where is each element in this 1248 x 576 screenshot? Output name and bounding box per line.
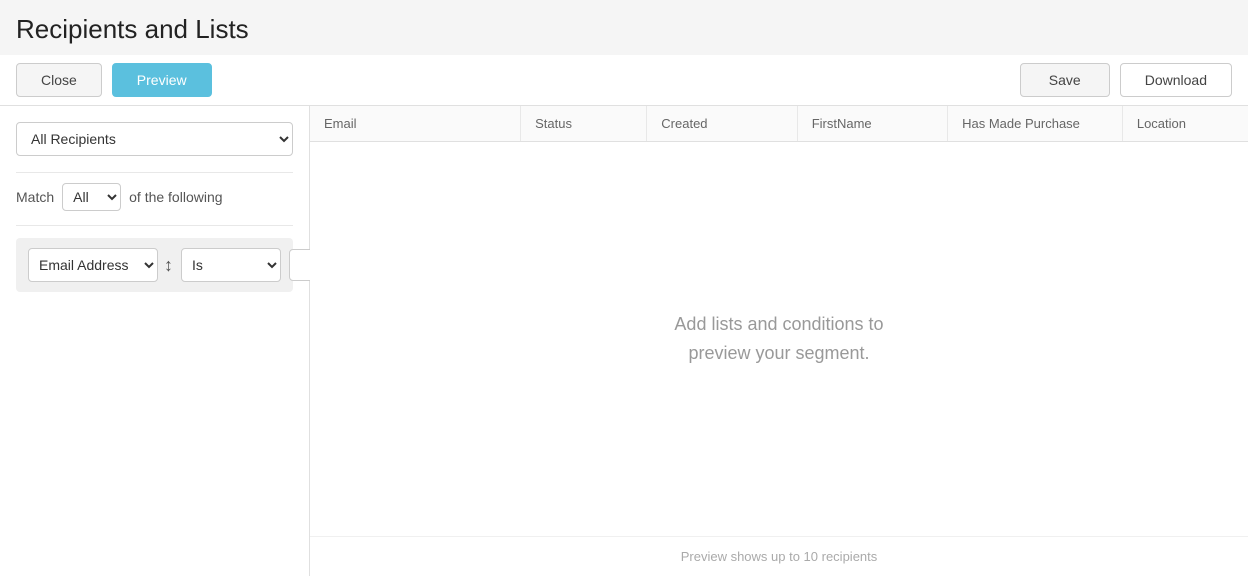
toolbar-left: Close Preview [16,63,212,97]
empty-line2: preview your segment. [688,339,869,368]
left-panel: All Recipients Subscribers Unsubscribed … [0,106,310,576]
table-col-firstname: FirstName [798,106,948,141]
table-col-status: Status [521,106,647,141]
right-panel: Email Status Created FirstName Has Made … [310,106,1248,576]
condition-field-select[interactable]: Email Address Status Created FirstName H… [28,248,158,282]
match-label: Match [16,189,54,205]
recipients-select[interactable]: All Recipients Subscribers Unsubscribed … [16,122,293,156]
footer-note: Preview shows up to 10 recipients [310,536,1248,576]
close-button[interactable]: Close [16,63,102,97]
table-header: Email Status Created FirstName Has Made … [310,106,1248,142]
main-content: All Recipients Subscribers Unsubscribed … [0,106,1248,576]
cursor-icon: ↕ [164,255,173,276]
table-col-location: Location [1123,106,1248,141]
empty-state-message: Add lists and conditions to preview your… [310,142,1248,536]
condition-row: Email Address Status Created FirstName H… [16,238,293,292]
table-col-email: Email [310,106,521,141]
condition-operator-select[interactable]: Is Is Not Contains Does Not Contain Star… [181,248,281,282]
match-select[interactable]: All Any [62,183,121,211]
toolbar: Close Preview Save Download [0,55,1248,106]
preview-button[interactable]: Preview [112,63,212,97]
page-title: Recipients and Lists [0,0,1248,55]
match-suffix: of the following [129,189,222,205]
table-col-created: Created [647,106,797,141]
match-row: Match All Any of the following [16,172,293,226]
save-button[interactable]: Save [1020,63,1110,97]
empty-line1: Add lists and conditions to [674,310,883,339]
download-button[interactable]: Download [1120,63,1232,97]
toolbar-right: Save Download [1020,63,1232,97]
table-col-purchase: Has Made Purchase [948,106,1123,141]
